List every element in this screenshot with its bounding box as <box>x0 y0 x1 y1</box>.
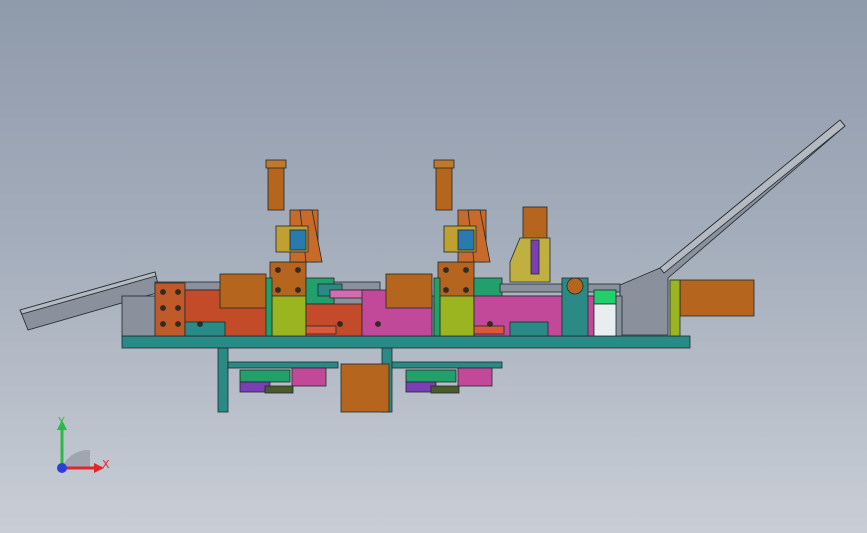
right-copper-box <box>679 279 755 317</box>
station3-copper-top <box>522 206 548 240</box>
under-block-green-2 <box>405 369 457 383</box>
screw <box>487 321 493 327</box>
station1-slide-blue <box>289 229 307 251</box>
screw <box>197 321 203 327</box>
z-axis-dot <box>57 463 67 473</box>
station3-round-knob <box>566 277 584 295</box>
station2-olive <box>439 295 475 337</box>
screw <box>337 321 343 327</box>
station1-copper-top <box>219 273 267 309</box>
station1-cylinder-cap <box>265 159 287 169</box>
assembly-model[interactable] <box>0 0 867 533</box>
base-plate <box>121 335 691 349</box>
station1-rust-pad <box>305 325 337 335</box>
coordinate-triad: Y X <box>57 415 110 473</box>
screw <box>160 289 166 295</box>
station2-copper-top <box>385 273 433 309</box>
station3-purple-rod <box>530 239 540 275</box>
station1-olive <box>271 295 307 337</box>
right-chute-rail <box>659 119 846 274</box>
screw <box>175 321 181 327</box>
cad-viewport[interactable]: Y X <box>0 0 867 533</box>
station3-olive-frame <box>509 237 551 283</box>
screw <box>295 267 301 273</box>
screw <box>175 305 181 311</box>
screw <box>275 287 281 293</box>
station2-teal-low <box>509 321 549 337</box>
under-block-dark-2 <box>430 385 460 394</box>
station1-green-side <box>265 277 273 337</box>
x-axis-label: X <box>102 458 110 471</box>
screw <box>295 287 301 293</box>
under-block-magenta-2 <box>457 367 493 387</box>
station2-cylinder <box>435 164 453 211</box>
screw <box>443 287 449 293</box>
under-block-magenta-1 <box>291 367 327 387</box>
y-axis-label: Y <box>57 415 65 428</box>
station1-cylinder <box>267 164 285 211</box>
station2-green-side <box>433 277 441 337</box>
under-block-dark-1 <box>264 385 294 394</box>
screw <box>160 321 166 327</box>
under-bar-2 <box>391 361 503 369</box>
right-olive-strip <box>669 279 681 337</box>
station1-teal-low <box>184 321 226 337</box>
screw <box>463 267 469 273</box>
station2-cylinder-cap <box>433 159 455 169</box>
leg-left <box>217 347 229 413</box>
screw <box>275 267 281 273</box>
screw <box>443 267 449 273</box>
under-block-green-1 <box>239 369 291 383</box>
screw <box>160 305 166 311</box>
screw <box>175 289 181 295</box>
station3-green-block <box>593 289 617 305</box>
station3-white-block <box>593 303 617 337</box>
station2-slide-blue <box>457 229 475 251</box>
under-copper-box <box>340 363 390 413</box>
under-bar-1 <box>227 361 339 369</box>
station2-rust-pad <box>473 325 505 335</box>
screw <box>463 287 469 293</box>
screw <box>375 321 381 327</box>
